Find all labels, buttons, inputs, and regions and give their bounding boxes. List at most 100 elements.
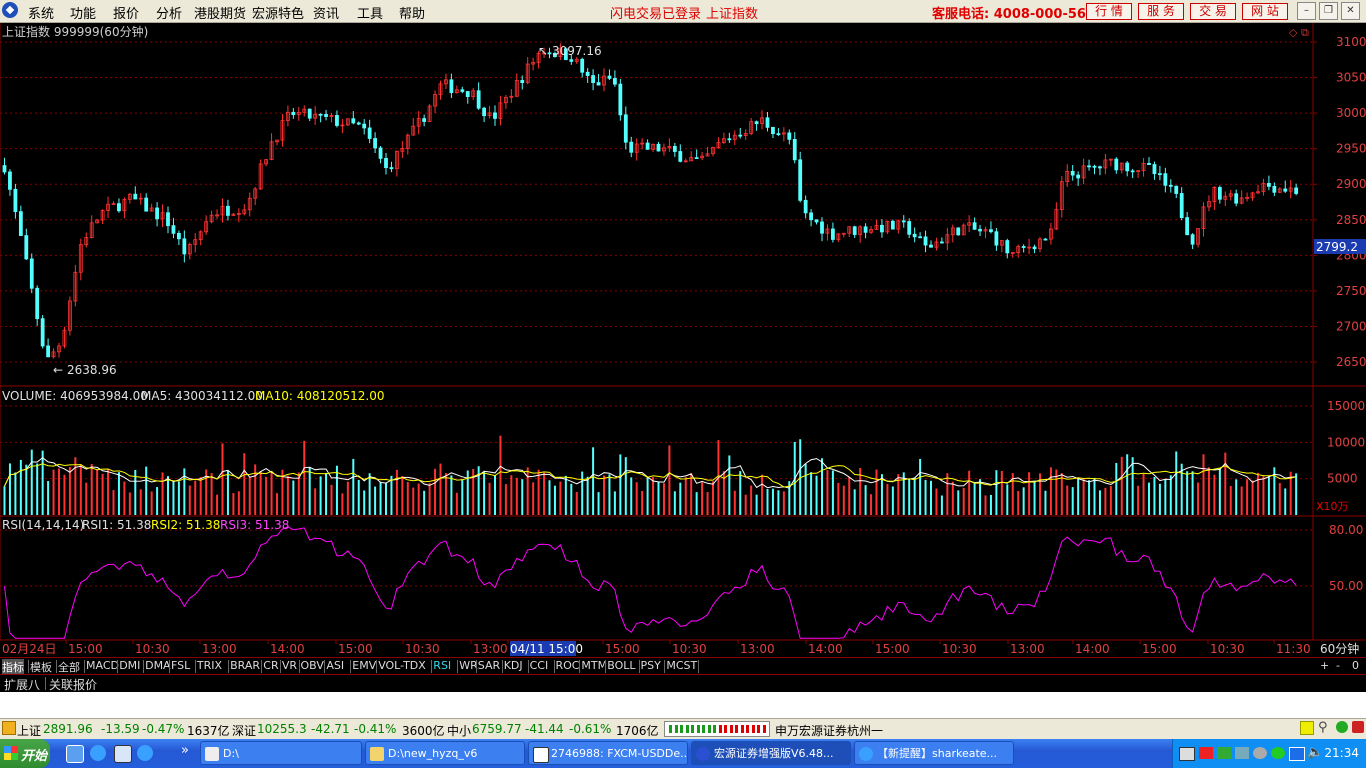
candle-body (367, 127, 372, 139)
volume-bar (1028, 472, 1031, 515)
tab-cci[interactable]: CCI (530, 659, 549, 672)
connect-icon[interactable] (1336, 721, 1348, 733)
tab-extension-8[interactable]: 扩展八 (4, 676, 40, 693)
tab-emv[interactable]: EMV (352, 659, 376, 672)
tab-fsl[interactable]: FSL (171, 659, 190, 672)
browser-quicklaunch-icon[interactable] (137, 745, 153, 761)
window-quicklaunch-icon[interactable] (114, 745, 132, 763)
tab-vol-tdx[interactable]: VOL-TDX (378, 659, 426, 672)
tab-boll[interactable]: BOLL (607, 659, 635, 672)
task-label: 【新提醒】sharkeate... (877, 747, 998, 760)
volume-bar (690, 473, 693, 515)
chart-options-icon[interactable]: ◇ ⧉ (1289, 26, 1309, 39)
tab-indicator-0[interactable]: 指标 (2, 659, 24, 675)
security-icon[interactable] (1289, 747, 1305, 761)
task-d-drive[interactable]: D:\ (200, 741, 362, 765)
menu-hongyuan[interactable]: 宏源特色 (252, 3, 304, 22)
task-folder[interactable]: D:\new_hyzq_v6 (365, 741, 525, 765)
trade-button[interactable]: 交 易 (1190, 3, 1236, 20)
disconnect-icon[interactable] (1352, 721, 1364, 733)
ie-quicklaunch-icon[interactable] (90, 745, 106, 761)
candle-body (13, 188, 18, 213)
tray-flag-icon[interactable] (1199, 747, 1213, 759)
candle-body (29, 258, 34, 289)
volume-bar (488, 482, 491, 515)
sh-name[interactable]: 上证 (17, 722, 41, 739)
volume-bar (684, 477, 687, 515)
restore-icon[interactable]: ❐ (1319, 2, 1338, 20)
volume-bar (624, 457, 627, 515)
volume-bar (330, 484, 333, 515)
price-tick-label: 2850 (1336, 213, 1366, 227)
website-button[interactable]: 网 站 (1242, 3, 1288, 20)
desktop-quicklaunch-icon[interactable] (66, 745, 84, 763)
breadth-cell (718, 725, 722, 733)
candle-body (35, 287, 40, 320)
time-label: 02月24日 (2, 642, 57, 656)
folder-icon (370, 747, 384, 761)
tab-brar[interactable]: BRAR (230, 659, 260, 672)
tab-vr[interactable]: VR (282, 659, 297, 672)
tab-asi[interactable]: ASI (326, 659, 344, 672)
index-status-bar: 上证 2891.96 -13.59 -0.47% 1637亿 深证 10255.… (0, 718, 1366, 739)
notify-icon[interactable] (1300, 721, 1314, 735)
menu-hk-futures[interactable]: 港股期货 (194, 3, 246, 22)
volume-bar (30, 449, 33, 515)
tab-obv[interactable]: OBV (301, 659, 324, 672)
tab-rsi[interactable]: RSI (433, 659, 451, 672)
volume-bar (1044, 490, 1047, 515)
start-button[interactable]: 开始 (0, 739, 50, 768)
zx-name[interactable]: 中小 (447, 722, 471, 739)
menu-news[interactable]: 资讯 (313, 3, 339, 22)
task-fxcm[interactable]: 2746988: FXCM-USDDe... (528, 741, 688, 765)
tab-dmi[interactable]: DMI (119, 659, 140, 672)
task-hongyuan[interactable]: 宏源证券增强版V6.48... (691, 741, 851, 765)
close-icon[interactable]: ✕ (1341, 2, 1360, 20)
status-icon[interactable] (1271, 747, 1285, 759)
kline-chart[interactable]: 3100305030002950290028502800275027002650… (0, 23, 1366, 659)
tab-trix[interactable]: TRIX (197, 659, 222, 672)
candle-body (618, 83, 623, 116)
tab-mtm[interactable]: MTM (581, 659, 607, 672)
service-button[interactable]: 服 务 (1138, 3, 1184, 20)
tab-indicator-1[interactable]: 模板 (30, 659, 52, 675)
tab-macd[interactable]: MACD (86, 659, 119, 672)
reset-button[interactable]: 0 (1352, 659, 1359, 672)
tray-app-icon[interactable] (1217, 747, 1231, 759)
volume-icon[interactable]: 🔈 (1307, 745, 1323, 760)
minimize-icon[interactable]: – (1297, 2, 1316, 20)
volume-bar (1049, 467, 1052, 515)
keyboard-icon[interactable] (1179, 747, 1195, 761)
volume-bar (199, 477, 202, 515)
volume-bar (635, 482, 638, 515)
sz-amount: 3600亿 (402, 724, 445, 738)
app-logo-icon[interactable] (2, 2, 18, 18)
tab-sar[interactable]: SAR (478, 659, 500, 672)
market-button[interactable]: 行 情 (1086, 3, 1132, 20)
tab-indicator-2[interactable]: 全部 (58, 659, 80, 675)
volume-bar (657, 481, 660, 515)
menu-analysis[interactable]: 分析 (156, 3, 182, 22)
tab-kdj[interactable]: KDJ (504, 659, 523, 672)
tab-roc[interactable]: ROC (556, 659, 580, 672)
settings-icon[interactable] (1253, 747, 1267, 759)
network-icon[interactable] (1235, 747, 1249, 759)
volume-bar (979, 479, 982, 515)
tab-mcst[interactable]: MCST (666, 659, 697, 672)
tab-related-quote[interactable]: 关联报价 (49, 676, 97, 693)
zoom-out-button[interactable]: - (1336, 659, 1340, 672)
tab-dma[interactable]: DMA (145, 659, 171, 672)
tab-cr[interactable]: CR (263, 659, 278, 672)
sz-name[interactable]: 深证 (232, 722, 256, 739)
more-quicklaunch-icon[interactable]: » (181, 743, 189, 758)
zx-value: 6759.77 (472, 722, 522, 736)
task-browser[interactable]: 【新提醒】sharkeate... (854, 741, 1014, 765)
menu-help[interactable]: 帮助 (399, 3, 425, 22)
volume-bar (150, 491, 153, 515)
zoom-in-button[interactable]: + (1320, 659, 1329, 672)
menu-system[interactable]: 系统 (28, 3, 54, 22)
menu-function[interactable]: 功能 (70, 3, 96, 22)
menu-tools[interactable]: 工具 (357, 3, 383, 22)
menu-quote[interactable]: 报价 (113, 3, 139, 22)
tab-psy[interactable]: PSY (641, 659, 661, 672)
